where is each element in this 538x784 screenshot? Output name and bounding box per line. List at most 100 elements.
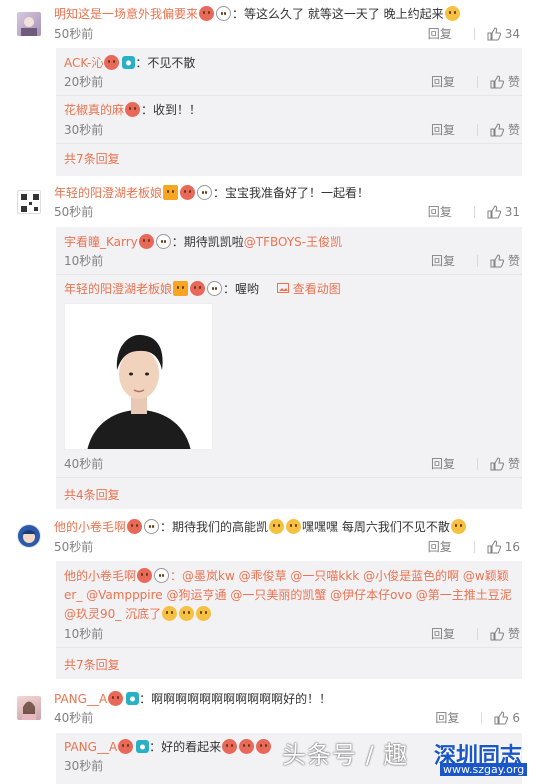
gif-preview-image[interactable] <box>64 303 213 450</box>
username-link[interactable]: ACK-沁 <box>64 56 103 70</box>
reply-text: ：期待凯凯啦 <box>171 235 244 249</box>
username-link[interactable]: PANG__A <box>64 740 117 754</box>
crown-icon <box>173 281 189 296</box>
like-count: 16 <box>504 540 520 554</box>
divider <box>476 76 478 88</box>
more-replies-link[interactable]: 共4条回复 <box>64 486 120 503</box>
mention-links[interactable]: @玖灵90_ 沉底了 <box>64 607 161 621</box>
avatar-image <box>22 701 36 720</box>
avatar[interactable] <box>17 190 41 214</box>
timestamp: 50秒前 <box>54 205 94 219</box>
reply-text: ：好的看起来 <box>149 740 222 754</box>
mention-link[interactable]: @TFBOYS-王俊凯 <box>244 235 342 249</box>
divider <box>481 712 483 724</box>
username-link[interactable]: 他的小卷毛啊 <box>54 520 126 534</box>
comment-actions: 回复 34 <box>428 26 520 42</box>
username-link[interactable]: 明知这是一场意外我偏要来 <box>54 7 198 21</box>
reply-button[interactable]: 回复 <box>435 710 475 726</box>
reply-actions: 回复 赞 <box>431 253 520 269</box>
like-button[interactable]: 赞 <box>490 626 520 642</box>
more-replies-link[interactable]: 共7条回复 <box>64 656 120 673</box>
reply-button[interactable]: 回复 <box>431 626 471 642</box>
watermark-url: www.szgay.org <box>440 763 528 776</box>
like-button[interactable]: 16 <box>487 539 520 555</box>
thumbs-up-icon <box>487 540 501 554</box>
comment-line: 年轻的阳澄湖老板娘 ：宝宝我准备好了！一起看！ <box>54 185 369 201</box>
more-replies-link[interactable]: 共7条回复 <box>64 150 120 167</box>
reply-button[interactable]: 回复 <box>428 539 468 555</box>
username-link[interactable]: 花椒真的麻 <box>64 103 124 117</box>
username-link[interactable]: 年轻的阳澄湖老板娘 <box>64 282 172 296</box>
reply-line: 年轻的阳澄湖老板娘 ：喔哟 查看动图 <box>64 281 341 297</box>
username-link[interactable]: 他的小卷毛啊 <box>64 569 136 583</box>
mention-links[interactable]: er_ @Vampppire @狗运亨通 @一只美丽的凯蟹 @伊仔本仔ovo @… <box>64 588 512 602</box>
like-button[interactable]: 赞 <box>490 253 520 269</box>
username-link[interactable]: 宇看瞳_Karry <box>64 235 138 249</box>
reply-text: ：收到！！ <box>141 103 202 117</box>
watermark-text: 头条号 / 趣 <box>282 741 409 769</box>
timestamp: 40秒前 <box>54 711 94 725</box>
username-link[interactable]: PANG__A <box>54 692 107 706</box>
vip-icon <box>138 234 154 249</box>
timestamp: 50秒前 <box>54 27 94 41</box>
emoji-icon <box>196 606 212 621</box>
thumbs-up-icon <box>487 27 501 41</box>
reply-button[interactable]: 回复 <box>431 456 471 472</box>
timestamp: 20秒前 <box>64 75 104 89</box>
reply-button[interactable]: 回复 <box>431 74 471 90</box>
timestamp: 50秒前 <box>54 540 94 554</box>
comment-line: 明知这是一场意外我偏要来 ：等这么久了 就等这一天了 晚上约起来 <box>54 6 461 22</box>
reply-actions: 回复 赞 <box>431 456 520 472</box>
reply-text: ：喔哟 <box>223 282 260 296</box>
reply-line: 宇看瞳_Karry ：期待凯凯啦@TFBOYS-王俊凯 <box>64 234 342 250</box>
comment-line: PANG__A ：啊啊啊啊啊啊啊啊啊啊啊好的！！ <box>54 691 331 707</box>
reply-button[interactable]: 回复 <box>431 253 471 269</box>
image-icon <box>276 283 289 293</box>
emoji-icon <box>269 519 285 534</box>
reply-button[interactable]: 回复 <box>431 122 471 138</box>
like-button[interactable]: 34 <box>487 26 520 42</box>
divider <box>473 206 475 218</box>
view-gif-label: 查看动图 <box>292 282 341 296</box>
like-label: 赞 <box>507 457 520 471</box>
avatar[interactable] <box>17 524 41 548</box>
divider <box>56 647 522 648</box>
reply-button[interactable]: 回复 <box>428 204 468 220</box>
panda-icon <box>144 519 160 534</box>
timestamp: 40秒前 <box>64 457 104 471</box>
reply-button[interactable]: 回复 <box>428 26 468 42</box>
reply-line-1: 他的小卷毛啊 ：@墨岚kw @乖俊草 @一只喵kkk @小俊是蓝色的啊 @w颖颖 <box>64 568 509 584</box>
reply-text: ：不见不散 <box>135 56 196 70</box>
divider <box>476 255 478 267</box>
like-button[interactable]: 31 <box>487 204 520 220</box>
comment-text: ：啊啊啊啊啊啊啊啊啊啊啊好的！！ <box>139 692 332 706</box>
view-gif-link[interactable]: 查看动图 <box>276 282 341 296</box>
avatar[interactable] <box>17 696 41 720</box>
heart-emoji-icon <box>256 739 272 754</box>
mention-links[interactable]: ：@墨岚kw @乖俊草 @一只喵kkk @小俊是蓝色的啊 @w颖颖 <box>170 569 509 583</box>
camera-badge-icon <box>122 56 136 69</box>
divider <box>476 628 478 640</box>
comment-actions: 回复 6 <box>435 710 520 726</box>
avatar[interactable] <box>17 12 41 36</box>
thumbs-up-icon <box>490 75 504 89</box>
crown-icon <box>163 185 179 200</box>
like-count: 31 <box>504 205 520 219</box>
comment-actions: 回复 31 <box>428 204 520 220</box>
panda-icon <box>207 281 223 296</box>
timestamp: 30秒前 <box>64 123 104 137</box>
like-button[interactable]: 赞 <box>490 122 520 138</box>
like-button[interactable]: 赞 <box>490 456 520 472</box>
avatar-image <box>18 525 40 547</box>
like-button[interactable]: 赞 <box>490 74 520 90</box>
like-count: 34 <box>504 27 520 41</box>
thumbs-up-icon <box>490 457 504 471</box>
like-count: 6 <box>512 711 520 725</box>
heart-emoji-icon <box>222 739 238 754</box>
username-link[interactable]: 年轻的阳澄湖老板娘 <box>54 186 162 200</box>
divider <box>56 143 522 144</box>
heart-emoji-icon <box>239 739 255 754</box>
reply-actions: 回复 赞 <box>431 626 520 642</box>
like-button[interactable]: 6 <box>494 710 520 726</box>
reply-actions: 回复 赞 <box>431 74 520 90</box>
